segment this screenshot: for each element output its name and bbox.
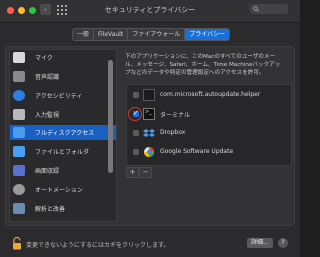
waveform-icon	[13, 71, 25, 82]
app-checkbox[interactable]	[133, 149, 139, 155]
sidebar-item-full-disk-access[interactable]: フルディスクアクセス	[10, 125, 116, 140]
sidebar-item-label: 画面収録	[35, 168, 60, 175]
app-checkbox[interactable]	[133, 92, 139, 98]
sidebar-item-accessibility[interactable]: アクセシビリティ	[10, 88, 116, 103]
gear-icon	[13, 184, 25, 195]
app-checkbox[interactable]	[133, 130, 139, 136]
screen-icon	[13, 165, 25, 176]
sidebar-item-screen-recording[interactable]: 画面収録	[10, 163, 116, 178]
list-item[interactable]: >_ ターミナル	[127, 107, 291, 121]
add-remove-controls: + −	[126, 167, 152, 178]
app-checkbox[interactable]	[133, 109, 139, 118]
sidebar-item-label: 音声認識	[35, 74, 60, 81]
help-button[interactable]: ?	[278, 238, 288, 248]
sidebar-item-label: ファイルとフォルダ	[35, 149, 90, 156]
tab-firewall[interactable]: ファイアウォール	[128, 29, 186, 40]
app-name: com.microsoft.autoupdate.helper	[160, 91, 261, 98]
folder-icon	[13, 127, 25, 138]
sidebar-item-label: フルディスクアクセス	[35, 130, 95, 137]
lock-icon[interactable]	[12, 235, 22, 254]
sidebar-scrollbar[interactable]	[108, 60, 113, 173]
sidebar-item-files-and-folders[interactable]: ファイルとフォルダ	[10, 144, 116, 159]
sidebar-item-label: 入力監視	[35, 112, 60, 119]
sidebar-item-label: 解析と改善	[35, 206, 66, 213]
tab-privacy[interactable]: プライバシー	[185, 29, 230, 40]
lock-hint-text: 変更できないようにするにはカギをクリックします。	[26, 242, 170, 249]
title-bar: ‹ セキュリティとプライバシー	[0, 0, 300, 23]
list-item[interactable]: com.microsoft.autoupdate.helper	[127, 88, 291, 102]
app-name: ターミナル	[160, 112, 191, 119]
keyboard-icon	[13, 109, 25, 120]
sidebar-item-label: オートメーション	[35, 187, 83, 194]
description-line: プなどのデータや特定の管理設定へのアクセスを許可。	[125, 70, 265, 76]
google-update-icon	[143, 146, 155, 158]
accessibility-icon	[13, 90, 25, 101]
microphone-icon	[13, 52, 25, 63]
search-icon	[253, 6, 259, 12]
terminal-prompt-icon: >_	[145, 109, 152, 115]
description-line: 下のアプリケーションに、このMacのすべてのユーザのメー	[125, 54, 276, 60]
description-line: ル、メッセージ、Safari、ホーム、Time Machineバックアッ	[125, 62, 281, 68]
sidebar-item-speech-recognition[interactable]: 音声認識	[10, 69, 116, 84]
remove-app-button[interactable]: −	[139, 167, 152, 178]
tab-bar: 一般 FileVault ファイアウォール プライバシー	[72, 28, 231, 41]
description-text: 下のアプリケーションに、このMacのすべてのユーザのメー ル、メッセージ、Saf…	[125, 53, 291, 77]
details-button[interactable]: 詳細...	[247, 238, 273, 248]
list-item[interactable]: Dropbox	[127, 126, 291, 140]
sidebar-item-label: アクセシビリティ	[35, 93, 83, 100]
sidebar-item-label: マイク	[35, 55, 53, 62]
generic-app-icon	[143, 89, 155, 101]
chart-icon	[13, 203, 25, 214]
app-name: Google Software Update	[160, 148, 234, 155]
preferences-window: ‹ セキュリティとプライバシー 一般 FileVault ファイアウォール プラ…	[0, 0, 300, 257]
search-field[interactable]	[250, 4, 288, 14]
app-list: com.microsoft.autoupdate.helper >_ ターミナル…	[126, 84, 292, 166]
list-item[interactable]: Google Software Update	[127, 145, 291, 159]
sidebar-item-analytics[interactable]: 解析と改善	[10, 201, 116, 216]
tab-filevault[interactable]: FileVault	[94, 29, 129, 40]
sidebar-item-automation[interactable]: オートメーション	[10, 182, 116, 197]
add-app-button[interactable]: +	[126, 167, 139, 178]
app-name: Dropbox	[160, 129, 186, 136]
folder-icon	[13, 146, 25, 157]
sidebar-item-input-monitoring[interactable]: 入力監視	[10, 107, 116, 122]
tab-general[interactable]: 一般	[73, 29, 95, 40]
sidebar-item-microphone[interactable]: マイク	[10, 50, 116, 65]
footer-bar: 変更できないようにするにはカギをクリックします。 詳細... ?	[0, 228, 300, 257]
dropbox-icon	[143, 127, 155, 139]
privacy-sidebar: マイク 音声認識 アクセシビリティ 入力監視 フルディスクアクセス ファイルとフ…	[9, 49, 117, 222]
terminal-icon: >_	[143, 108, 155, 120]
